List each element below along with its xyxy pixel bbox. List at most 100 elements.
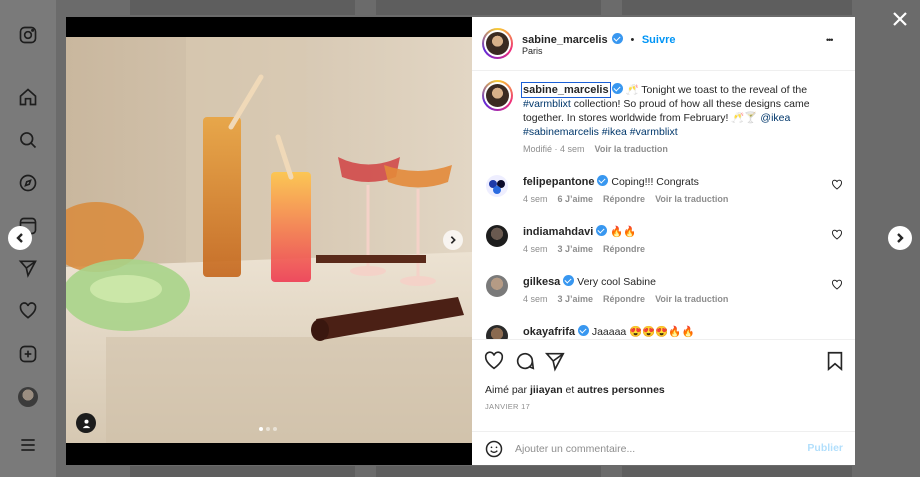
commenter-avatar[interactable]	[486, 275, 508, 297]
comment-likes[interactable]: 3 J’aime	[558, 294, 594, 304]
explore-icon[interactable]	[17, 172, 39, 194]
reply-button[interactable]: Répondre	[603, 244, 645, 254]
comment-age: 4 sem	[523, 244, 548, 254]
background-tile	[130, 0, 355, 15]
carousel-dots	[259, 427, 277, 431]
comment-icon	[516, 352, 535, 370]
instagram-icon[interactable]	[17, 24, 39, 46]
post-date[interactable]: JANVIER 17	[485, 402, 530, 411]
comment-text: 🔥🔥	[610, 226, 637, 238]
verified-icon	[597, 175, 609, 186]
publish-button[interactable]: Publier	[807, 442, 843, 454]
comment-text: Coping!!! Congrats	[611, 176, 699, 188]
next-post-button[interactable]	[888, 226, 912, 250]
more-options-icon[interactable]: •••	[826, 35, 834, 45]
caption-meta: Modifié · 4 sem Voir la traduction	[523, 144, 668, 154]
author-avatar[interactable]	[482, 28, 513, 59]
caption-username[interactable]: sabine_marcelis	[521, 82, 611, 98]
emoji-icon[interactable]	[484, 439, 504, 459]
post-photo	[66, 17, 472, 465]
comment-text: Very cool Sabine	[577, 276, 656, 288]
hashtags-link[interactable]: #sabinemarcelis #ikea #varmblixt	[523, 125, 841, 139]
comment-item: indiamahdavi 🔥🔥 4 sem 3 J’aime Répondre	[472, 225, 855, 275]
background-tile	[376, 466, 601, 477]
create-icon[interactable]	[17, 343, 39, 365]
mention-link[interactable]: @ikea	[760, 112, 790, 124]
post-panel: sabine_marcelis • Suivre Paris ••• sabin…	[472, 17, 855, 465]
post-image	[66, 37, 472, 443]
carousel-next-button[interactable]	[443, 230, 463, 250]
background-tile	[622, 0, 852, 15]
comment-likes[interactable]: 6 J’aime	[558, 194, 594, 204]
profile-avatar[interactable]	[17, 386, 39, 408]
comment-username[interactable]: okayafrifa	[523, 326, 575, 338]
save-button[interactable]	[824, 350, 846, 372]
chevron-left-icon	[16, 233, 23, 243]
comment-username[interactable]: felipepantone	[523, 176, 595, 188]
commenter-avatar[interactable]	[486, 175, 508, 197]
background-tile	[622, 466, 852, 477]
comment-button[interactable]	[514, 350, 536, 372]
comment-item: okayafrifa Jaaaaa 😍😍😍🔥🔥	[472, 325, 855, 339]
comment-heart-icon[interactable]	[831, 179, 843, 191]
direct-icon[interactable]	[17, 257, 39, 279]
translate-link[interactable]: Voir la traduction	[595, 144, 668, 154]
heart-icon	[484, 351, 504, 370]
bookmark-icon	[827, 351, 843, 372]
verified-icon	[612, 33, 624, 44]
previous-post-button[interactable]	[8, 226, 32, 250]
liked-others-link[interactable]: autres personnes	[577, 384, 665, 396]
liked-and: et	[562, 384, 578, 396]
commenter-avatar[interactable]	[486, 325, 508, 339]
commenter-avatar[interactable]	[486, 225, 508, 247]
reply-button[interactable]: Répondre	[603, 294, 645, 304]
verified-icon	[596, 225, 608, 236]
caption-avatar[interactable]	[482, 80, 513, 111]
post-location[interactable]: Paris	[522, 46, 543, 56]
like-button[interactable]	[483, 350, 505, 372]
comment-age: 4 sem	[523, 294, 548, 304]
caption-modified: Modifié · 4 sem	[523, 144, 585, 154]
liked-user-link[interactable]: jiiayan	[530, 384, 563, 396]
comment-likes[interactable]: 3 J’aime	[558, 244, 594, 254]
caption-text-1: 🥂 Tonight we toast to the reveal of the	[625, 84, 808, 96]
reply-button[interactable]: Répondre	[603, 194, 645, 204]
verified-icon	[563, 275, 575, 286]
verified-icon	[577, 325, 589, 336]
background-tile	[130, 466, 355, 477]
heart-icon[interactable]	[17, 300, 39, 322]
verified-icon	[611, 83, 623, 94]
user-tag-icon[interactable]	[76, 413, 96, 433]
carousel-dot	[273, 427, 277, 431]
comment-input[interactable]	[515, 440, 795, 458]
menu-icon[interactable]	[17, 434, 39, 456]
share-icon	[544, 352, 565, 372]
comment-username[interactable]: gilkesa	[523, 276, 560, 288]
share-button[interactable]	[544, 350, 566, 372]
comment-username[interactable]: indiamahdavi	[523, 226, 593, 238]
home-icon[interactable]	[17, 86, 39, 108]
post-actions: Aimé par jiiayan et autres personnes JAN…	[472, 339, 855, 464]
post-header: sabine_marcelis • Suivre Paris •••	[472, 17, 855, 71]
chevron-right-icon	[897, 233, 904, 243]
chevron-right-icon	[450, 236, 456, 244]
comment-age: 4 sem	[523, 194, 548, 204]
translate-link[interactable]: Voir la traduction	[655, 194, 728, 204]
post-caption: sabine_marcelis 🥂 Tonight we toast to th…	[521, 82, 841, 139]
comment-item: felipepantone Coping!!! Congrats 4 sem 6 …	[472, 175, 855, 225]
add-comment-bar: Publier	[472, 431, 855, 465]
comment-heart-icon[interactable]	[831, 279, 843, 291]
hashtag-link[interactable]: #varmblixt	[523, 98, 571, 110]
comment-item: gilkesa Very cool Sabine 4 sem 3 J’aime Ré…	[472, 275, 855, 325]
author-username[interactable]: sabine_marcelis	[522, 34, 608, 46]
carousel-dot	[266, 427, 270, 431]
liked-by: Aimé par jiiayan et autres personnes	[485, 384, 665, 396]
follow-button[interactable]: Suivre	[642, 34, 676, 46]
carousel-dot-active	[259, 427, 263, 431]
translate-link[interactable]: Voir la traduction	[655, 294, 728, 304]
close-icon[interactable]	[890, 9, 910, 29]
liked-prefix: Aimé par	[485, 384, 530, 396]
search-icon[interactable]	[17, 129, 39, 151]
post-modal: sabine_marcelis • Suivre Paris ••• sabin…	[66, 17, 855, 465]
comment-heart-icon[interactable]	[831, 229, 843, 241]
